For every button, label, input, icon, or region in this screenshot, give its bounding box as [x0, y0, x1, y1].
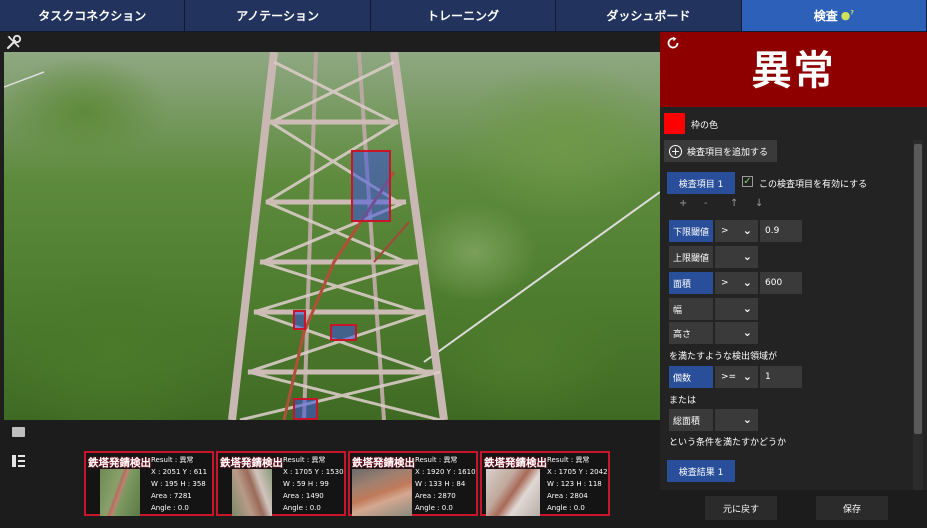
detection-card[interactable]: 鉄塔発錆検出 Result : 異常 X : 1705 Y : 1530 W : 5…: [216, 451, 346, 516]
result-display: 異常: [660, 32, 927, 107]
wrench-icon[interactable]: [6, 34, 22, 50]
scroll-thumb[interactable]: [914, 144, 922, 434]
chevron-down-icon: ⌄: [742, 302, 752, 315]
area-toggle[interactable]: 面積: [669, 272, 713, 294]
detection-box[interactable]: [330, 324, 357, 341]
add-inspection-item-button[interactable]: + 検査項目を追加する: [664, 140, 777, 162]
count-operator[interactable]: >= ⌄: [715, 366, 758, 388]
width-operator[interactable]: ⌄: [715, 298, 758, 320]
add-item-label: 検査項目を追加する: [687, 147, 769, 158]
detection-title: 鉄塔発錆検出: [88, 457, 151, 469]
tab-task-connection[interactable]: タスクコネクション: [0, 0, 186, 32]
frame-color-label: 枠の色: [691, 121, 719, 131]
plus-circle-icon: +: [669, 144, 682, 158]
tab-label: トレーニング: [427, 9, 500, 23]
detection-info: Result : 異常 X : 1705 Y : 1530 W : 59 H : 9…: [283, 456, 344, 512]
upper-threshold-toggle[interactable]: 上限閾値: [669, 246, 713, 268]
detection-card[interactable]: 鉄塔発錆検出 Result : 異常 X : 2051 Y : 611 W : 19…: [84, 451, 214, 516]
chevron-down-icon: ⌄: [742, 326, 752, 339]
main-tab-bar: タスクコネクション アノテーション トレーニング ダッシュボード 検査 ●?: [0, 0, 927, 32]
detection-title: 鉄塔発錆検出: [220, 457, 283, 469]
enable-item-checkbox[interactable]: ✓: [742, 176, 753, 187]
lower-threshold-value[interactable]: 0.9: [760, 220, 802, 242]
total-area-operator[interactable]: ⌄: [715, 409, 758, 431]
detection-box[interactable]: [293, 398, 318, 420]
detection-box[interactable]: [351, 150, 391, 222]
remove-condition-button[interactable]: -: [704, 198, 708, 209]
upper-threshold-operator[interactable]: ⌄: [715, 246, 758, 268]
result-text: 異常: [751, 48, 836, 94]
inspection-settings-panel: 異常 枠の色 + 検査項目を追加する 検査項目 1 ✓ この検査項目を有効にする…: [660, 32, 927, 528]
tab-annotation[interactable]: アノテーション: [185, 0, 371, 32]
count-toggle[interactable]: 個数: [669, 366, 713, 388]
detection-thumbnail: [486, 469, 540, 516]
chevron-down-icon: ⌄: [742, 276, 752, 289]
tab-label: タスクコネクション: [38, 9, 147, 23]
chevron-down-icon: ⌄: [742, 413, 752, 426]
move-up-button[interactable]: ↑: [730, 198, 738, 209]
tab-label: 検査: [813, 9, 838, 23]
detection-info: Result : 異常 X : 1705 Y : 2042 W : 123 H : …: [547, 456, 608, 512]
area-value[interactable]: 600: [760, 272, 802, 294]
detection-box[interactable]: [293, 310, 306, 330]
lower-threshold-toggle[interactable]: 下限閾値: [669, 220, 713, 242]
end-condition-text: という条件を満たすかどうか: [669, 438, 787, 448]
viewer-toolbar: [0, 32, 660, 52]
chevron-down-icon: ⌄: [742, 224, 752, 237]
bulb-icon: ●?: [840, 9, 854, 22]
count-value[interactable]: 1: [760, 366, 802, 388]
height-toggle[interactable]: 高さ: [669, 322, 713, 344]
detection-thumbnail: [100, 469, 140, 516]
inspection-image[interactable]: [4, 52, 660, 420]
inspection-item-button[interactable]: 検査項目 1: [667, 172, 735, 194]
add-condition-button[interactable]: +: [679, 198, 687, 209]
frame-color-swatch[interactable]: [664, 113, 685, 134]
list-icon[interactable]: [12, 455, 25, 467]
image-icon[interactable]: [12, 427, 25, 437]
area-operator[interactable]: > ⌄: [715, 272, 758, 294]
check-icon: ✓: [743, 176, 752, 187]
save-button[interactable]: 保存: [816, 496, 888, 520]
width-toggle[interactable]: 幅: [669, 298, 713, 320]
tab-training[interactable]: トレーニング: [370, 0, 557, 32]
chevron-down-icon: ⌄: [742, 250, 752, 263]
lower-threshold-operator[interactable]: > ⌄: [715, 220, 758, 242]
tab-inspection[interactable]: 検査 ●?: [741, 0, 927, 32]
chevron-down-icon: ⌄: [742, 370, 752, 383]
enable-item-label: この検査項目を有効にする: [759, 180, 868, 190]
condition-text: を満たすような検出領域が: [669, 352, 778, 362]
inspection-result-button[interactable]: 検査結果 1: [667, 460, 735, 482]
total-area-toggle[interactable]: 総面積: [669, 409, 713, 431]
detection-title: 鉄塔発錆検出: [352, 457, 415, 469]
detection-card[interactable]: 鉄塔発錆検出 Result : 異常 X : 1920 Y : 1610 W : 1…: [348, 451, 478, 516]
or-text: または: [669, 396, 697, 406]
detection-info: Result : 異常 X : 2051 Y : 611 W : 195 H : 3…: [151, 456, 208, 512]
detection-thumbnail: [232, 469, 272, 516]
panel-scrollbar[interactable]: [913, 140, 923, 490]
tab-label: アノテーション: [236, 9, 319, 23]
reset-button[interactable]: 元に戻す: [705, 496, 777, 520]
detection-title: 鉄塔発錆検出: [484, 457, 547, 469]
detection-thumbnail: [352, 469, 412, 516]
tower-drawing: [4, 52, 660, 420]
detection-card[interactable]: 鉄塔発錆検出 Result : 異常 X : 1705 Y : 2042 W : 1…: [480, 451, 610, 516]
detection-info: Result : 異常 X : 1920 Y : 1610 W : 133 H : …: [415, 456, 476, 512]
height-operator[interactable]: ⌄: [715, 322, 758, 344]
tab-dashboard[interactable]: ダッシュボード: [556, 0, 742, 32]
move-down-button[interactable]: ↓: [755, 198, 763, 209]
tab-label: ダッシュボード: [606, 9, 691, 23]
